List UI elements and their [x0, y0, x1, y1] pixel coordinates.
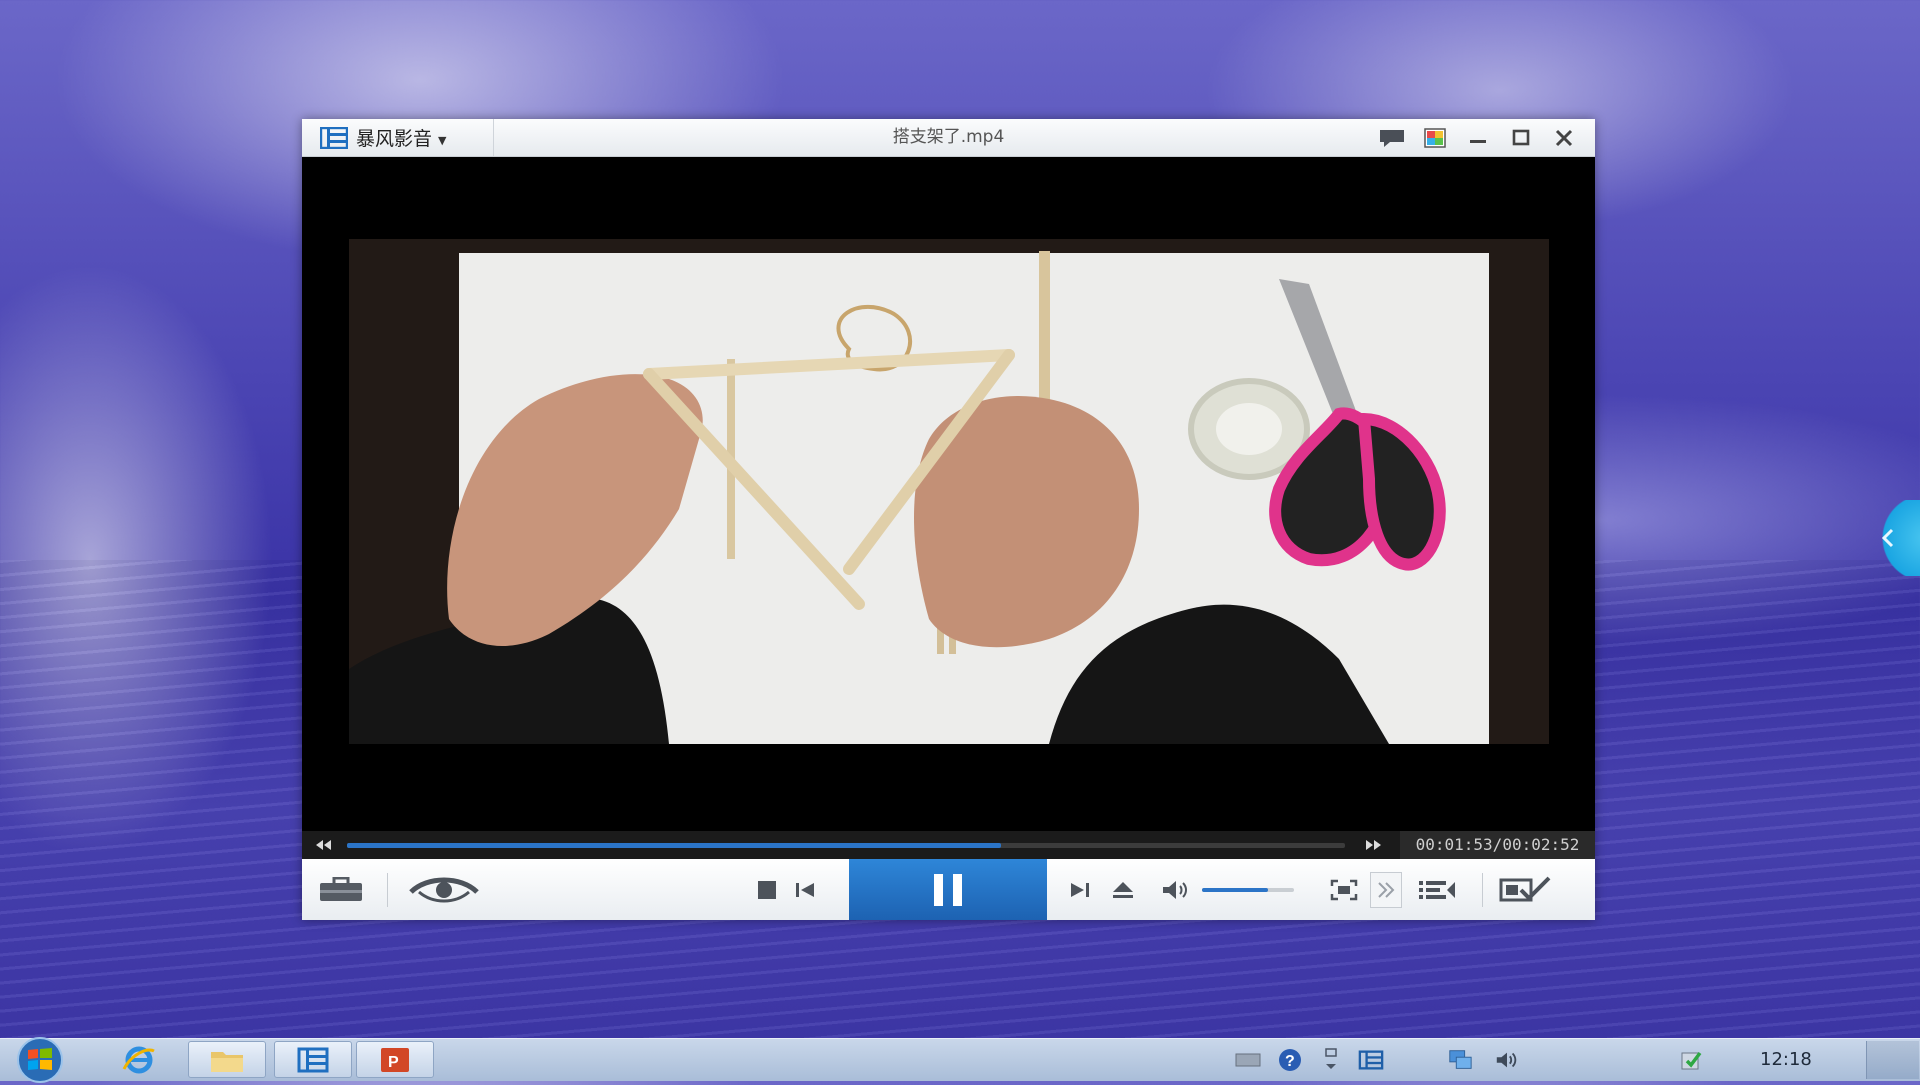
close-button[interactable] [1542, 119, 1585, 156]
baofeng-logo-icon [320, 126, 348, 149]
control-bar [302, 859, 1595, 920]
eject-button[interactable] [1108, 859, 1138, 920]
tray-arrow-icon [1325, 1048, 1337, 1069]
video-content [349, 239, 1549, 744]
file-explorer-icon [211, 1051, 243, 1072]
baofeng-player-icon [297, 1047, 329, 1072]
volume-icon [1163, 880, 1187, 899]
network-icon [1449, 1050, 1472, 1069]
tray-network[interactable] [1447, 1047, 1473, 1073]
skin-button[interactable] [1413, 119, 1456, 156]
taskbar-baofeng[interactable] [274, 1041, 352, 1078]
toolbox-button[interactable] [316, 859, 366, 920]
fullscreen-button[interactable] [1324, 859, 1364, 920]
seek-progress-fill [347, 843, 1001, 848]
security-shield-icon [1681, 1051, 1702, 1070]
taskbar-clock[interactable]: 12:18 [1760, 1039, 1812, 1081]
time-current: 00:01:53 [1415, 835, 1493, 854]
start-button[interactable] [8, 1033, 72, 1085]
expand-arrows-icon [1378, 881, 1395, 898]
color-palette-icon [1423, 127, 1446, 148]
svg-text:P: P [388, 1054, 399, 1071]
chat-bubble-icon [1379, 129, 1404, 147]
taskbar-explorer[interactable] [188, 1041, 266, 1078]
eject-icon [1113, 881, 1133, 898]
playlist-icon [1419, 880, 1455, 899]
powerpoint-icon: P [381, 1047, 409, 1072]
side-panel-toggle[interactable] [1866, 500, 1920, 576]
speaker-icon [1496, 1052, 1517, 1068]
time-display: 00:01:53/00:02:52 [1400, 831, 1595, 859]
minimize-button[interactable] [1456, 119, 1499, 156]
screenshot-check-icon [1499, 876, 1551, 901]
baofeng-tray-icon [1358, 1050, 1384, 1070]
time-separator: / [1492, 835, 1503, 854]
tray-keyboard[interactable] [1235, 1047, 1261, 1073]
stop-icon [758, 880, 776, 899]
mute-button[interactable] [1158, 859, 1192, 920]
taskbar: P ? 12:18 [0, 1037, 1920, 1083]
pause-button[interactable] [849, 859, 1047, 920]
title-bar: 暴风影音 ▼ 搭支架了.mp4 [302, 119, 1595, 157]
help-icon: ? [1279, 1049, 1301, 1071]
windows-start-icon [17, 1037, 63, 1083]
taskbar-powerpoint[interactable]: P [356, 1041, 434, 1078]
next-button[interactable] [1065, 859, 1095, 920]
app-menu-button[interactable]: 暴风影音 ▼ [302, 119, 494, 156]
fullscreen-icon [1330, 879, 1358, 900]
tray-security[interactable] [1678, 1047, 1704, 1073]
divider [387, 873, 388, 907]
maximize-icon [1512, 129, 1529, 145]
video-frame[interactable] [349, 239, 1549, 744]
pause-icon [934, 873, 962, 906]
seek-bar-area: 00:01:53/00:02:52 [302, 831, 1595, 859]
screenshot-button[interactable] [1496, 859, 1556, 920]
app-name: 暴风影音 [356, 128, 433, 150]
tray-help[interactable]: ? [1277, 1047, 1303, 1073]
keyboard-icon [1235, 1053, 1261, 1067]
chevron-left-icon [1881, 528, 1894, 548]
chat-button[interactable] [1370, 119, 1413, 156]
volume-slider[interactable] [1202, 888, 1294, 892]
taskbar-ie[interactable] [100, 1041, 178, 1078]
maximize-button[interactable] [1499, 119, 1542, 156]
chevron-down-icon: ▼ [438, 134, 447, 147]
previous-button[interactable] [790, 859, 820, 920]
playlist-button[interactable] [1414, 859, 1460, 920]
eye-icon [409, 877, 479, 902]
eye-protect-button[interactable] [405, 859, 483, 920]
toolbox-icon [320, 876, 362, 901]
tray-expand[interactable] [1318, 1047, 1344, 1073]
minimize-icon [1469, 139, 1486, 143]
seek-slider[interactable] [347, 843, 1345, 848]
next-icon [1071, 882, 1089, 897]
close-icon [1555, 129, 1572, 146]
video-player-window: 暴风影音 ▼ 搭支架了.mp4 00:01:53/00:02:52 [302, 119, 1595, 920]
internet-explorer-icon [122, 1046, 155, 1073]
stop-button[interactable] [752, 859, 782, 920]
volume-level-fill [1202, 888, 1269, 892]
rewind-icon[interactable] [314, 837, 332, 853]
expand-panel-button[interactable] [1368, 859, 1404, 920]
show-desktop-button[interactable] [1866, 1041, 1919, 1079]
divider [1482, 873, 1483, 907]
time-total: 00:02:52 [1502, 835, 1580, 854]
tray-baofeng[interactable] [1358, 1047, 1384, 1073]
fast-forward-icon[interactable] [1365, 837, 1383, 853]
tray-volume[interactable] [1494, 1047, 1520, 1073]
svg-text:?: ? [1285, 1053, 1295, 1070]
previous-icon [796, 882, 814, 897]
